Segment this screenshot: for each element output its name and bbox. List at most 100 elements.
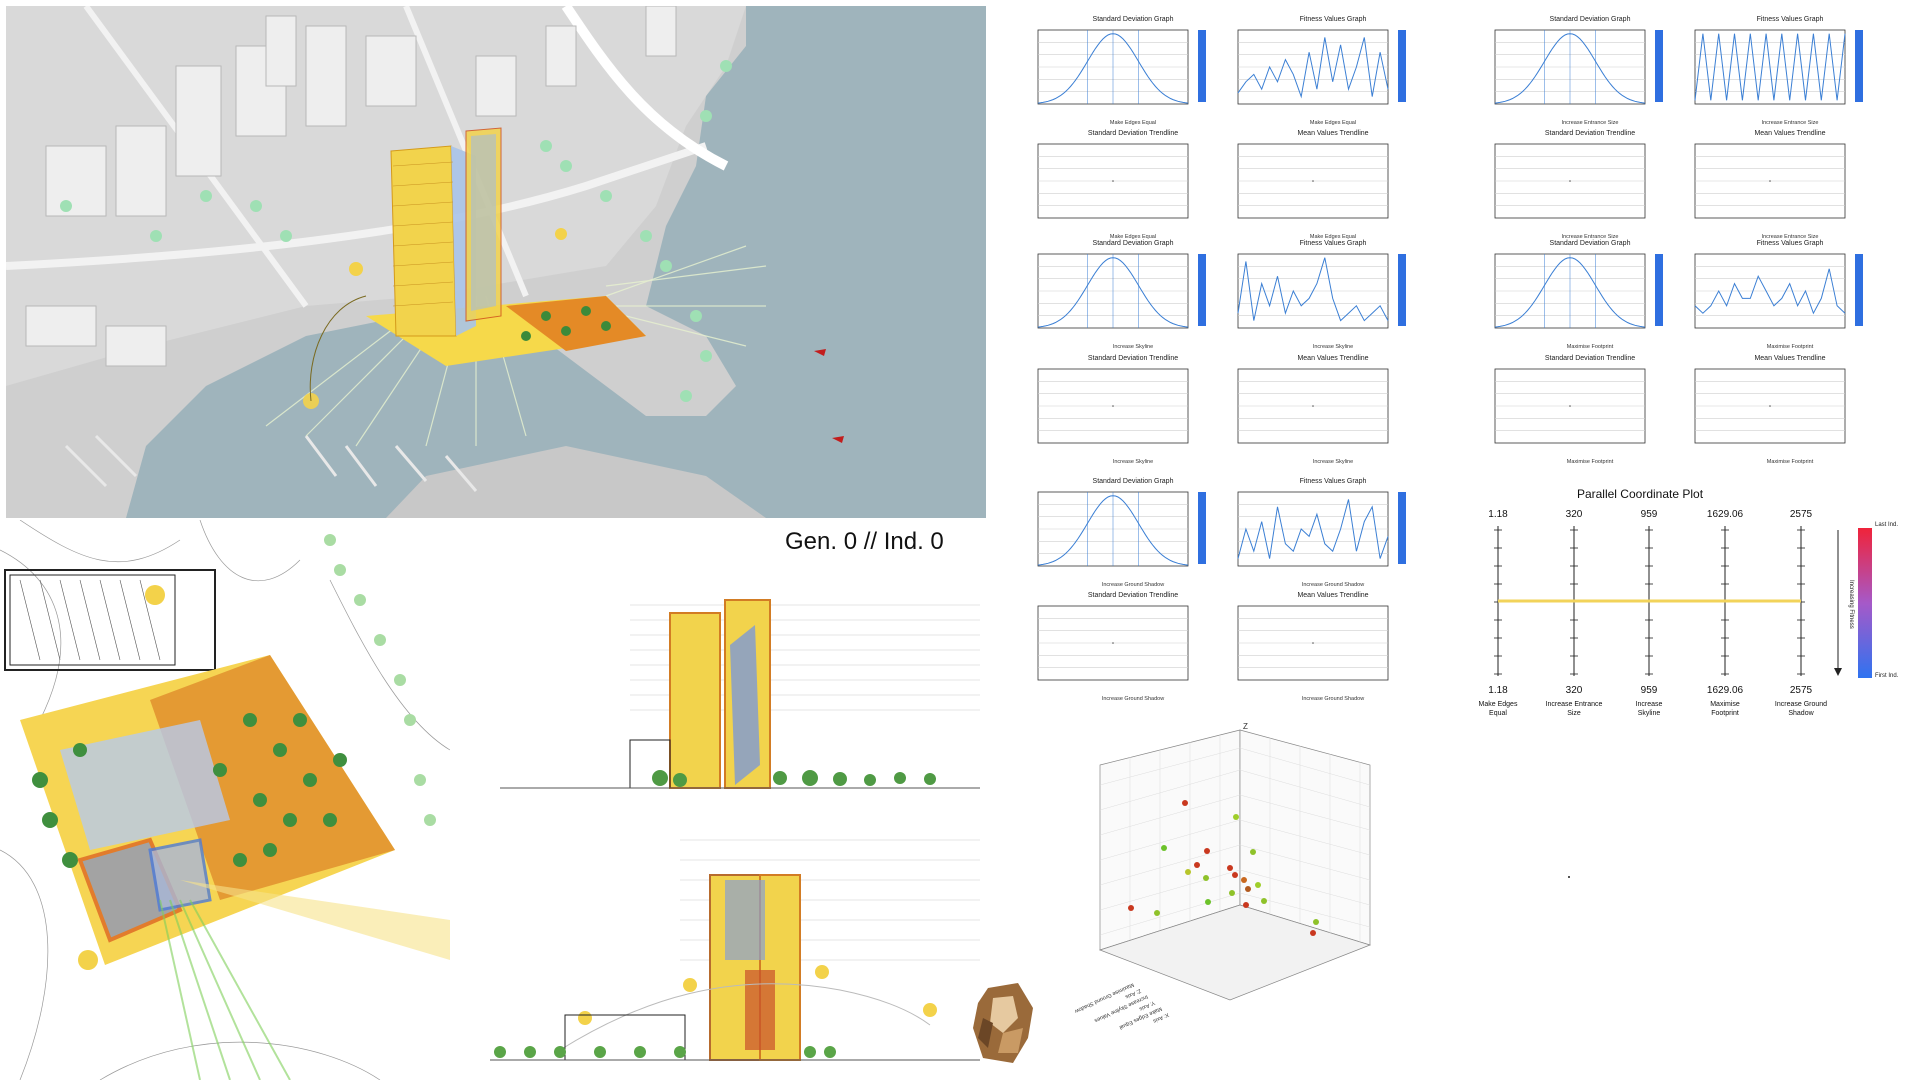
fitness-chart-tile: Fitness Values Graph Increase Entrance Si… — [1690, 16, 1910, 126]
fitness-chart-tile: Mean Values Trendline Maximise Footprint — [1690, 355, 1910, 465]
pcp-axis-bottom-value: 959 — [1641, 685, 1658, 696]
chart-subtitle: Increase Ground Shadow — [1101, 696, 1165, 702]
pcp-axis-top-value: 1.18 — [1488, 509, 1508, 520]
fitness-chart-tile: Mean Values Trendline Increase Ground Sha… — [1233, 592, 1453, 702]
chart-title: Mean Values Trendline — [1754, 130, 1826, 137]
chart-plot-area — [1694, 368, 1846, 444]
fitness-chart-tile: Standard Deviation Graph Increase Entranc… — [1490, 16, 1710, 126]
chart-title: Mean Values Trendline — [1297, 130, 1369, 137]
fitness-chart-tile: Fitness Values Graph Increase Skyline — [1233, 240, 1453, 350]
z-axis-label: Z — [1243, 722, 1248, 731]
stray-point — [1568, 876, 1570, 878]
chart-title: Fitness Values Graph — [1299, 16, 1367, 23]
chart-subtitle: Maximise Footprint — [1766, 459, 1814, 465]
east-elevation-view[interactable] — [480, 820, 980, 1070]
pcp-axis-label: Footprint — [1711, 710, 1739, 717]
3d-scatter-plot: Z X: Axis Make Edges Equal Y: Axis Incre… — [1060, 715, 1390, 1035]
fitness-chart-tile: Standard Deviation Graph Increase Skyline — [1033, 240, 1253, 350]
pcp-axis-bottom-value: 2575 — [1790, 685, 1813, 696]
chart-title: Fitness Values Graph — [1299, 478, 1367, 485]
pcp-axis-label: Increase Entrance — [1546, 701, 1603, 708]
pcp-axis-label: Equal — [1489, 710, 1507, 717]
fitness-chart-tile: Standard Deviation Graph Make Edges Equal — [1033, 16, 1253, 126]
pcp-axis-bottom-value: 1629.06 — [1707, 685, 1744, 696]
chart-subtitle: Increase Skyline — [1112, 344, 1154, 350]
chart-title: Standard Deviation Trendline — [1544, 355, 1636, 362]
fitness-chart-tile: Fitness Values Graph Increase Ground Shad… — [1233, 478, 1453, 588]
chart-plot-area — [1037, 491, 1206, 567]
chart-plot-area — [1494, 253, 1663, 329]
chart-subtitle: Maximise Footprint — [1566, 344, 1614, 350]
fitness-bar — [1398, 492, 1406, 564]
chart-title: Standard Deviation Trendline — [1087, 130, 1179, 137]
chart-title: Fitness Values Graph — [1299, 240, 1367, 247]
chart-title: Standard Deviation Graph — [1092, 16, 1174, 23]
trend-point — [1769, 405, 1771, 407]
chart-subtitle: Increase Skyline — [1312, 459, 1354, 465]
fitness-bar — [1398, 254, 1406, 326]
chart-title: Standard Deviation Trendline — [1544, 130, 1636, 137]
chart-plot-area — [1694, 29, 1863, 105]
fitness-bar — [1398, 30, 1406, 102]
chart-title: Mean Values Trendline — [1297, 355, 1369, 362]
fitness-chart-tile: Mean Values Trendline Increase Skyline — [1233, 355, 1453, 465]
legend-axis-label: Increasing Fitness — [1848, 580, 1854, 629]
chart-plot-area — [1037, 368, 1189, 444]
chart-title: Fitness Values Graph — [1756, 16, 1824, 23]
fitness-chart-tile: Standard Deviation Trendline Increase Ent… — [1490, 130, 1710, 240]
pcp-axis-label: Skyline — [1638, 710, 1661, 717]
chart-title: Standard Deviation Graph — [1092, 478, 1174, 485]
chart-plot-area — [1237, 368, 1389, 444]
fitness-bar — [1198, 254, 1206, 326]
chart-title: Mean Values Trendline — [1297, 592, 1369, 599]
chart-subtitle: Increase Ground Shadow — [1301, 696, 1365, 702]
generation-label: Gen. 0 // Ind. 0 — [785, 528, 944, 555]
aerial-3d-viewport[interactable] — [6, 6, 986, 518]
chart-subtitle: Increase Skyline — [1112, 459, 1154, 465]
chart-subtitle: Increase Entrance Size — [1761, 120, 1819, 126]
chart-title: Standard Deviation Graph — [1549, 240, 1631, 247]
chart-plot-area — [1494, 29, 1663, 105]
fitness-bar — [1855, 254, 1863, 326]
pcp-axis-top-value: 959 — [1641, 509, 1658, 520]
trend-point — [1569, 405, 1571, 407]
pcp-axis-label: Increase — [1636, 701, 1663, 708]
fitness-chart-tile: Mean Values Trendline Make Edges Equal — [1233, 130, 1453, 240]
trend-point — [1569, 180, 1571, 182]
pcp-axis-label: Maximise — [1710, 701, 1740, 708]
pcp-axis-label: Size — [1567, 710, 1581, 717]
south-elevation-view[interactable] — [480, 585, 980, 795]
fitness-chart-tile: Mean Values Trendline Increase Entrance S… — [1690, 130, 1910, 240]
fitness-chart-tile: Standard Deviation Graph Maximise Footpri… — [1490, 240, 1710, 350]
chart-plot-area — [1037, 29, 1206, 105]
chart-plot-area — [1037, 605, 1189, 681]
chart-subtitle: Increase Ground Shadow — [1301, 582, 1365, 588]
chart-title: Standard Deviation Trendline — [1087, 355, 1179, 362]
pcp-axis-bottom-value: 1.18 — [1488, 685, 1508, 696]
user-avatar-image — [968, 978, 1038, 1068]
trend-point — [1112, 642, 1114, 644]
trend-point — [1769, 180, 1771, 182]
chart-plot-area — [1694, 253, 1863, 329]
fitness-chart-tile: Standard Deviation Trendline Maximise Foo… — [1490, 355, 1710, 465]
legend-top-label: Last Ind. — [1875, 522, 1898, 528]
pcp-axis-bottom-value: 320 — [1566, 685, 1583, 696]
chart-plot-area — [1237, 143, 1389, 219]
parallel-coordinate-plot: Parallel Coordinate Plot 1.18 1.18 Make Ed… — [1465, 480, 1905, 730]
pcp-title: Parallel Coordinate Plot — [1577, 487, 1704, 501]
chart-plot-area — [1237, 491, 1406, 567]
chart-plot-area — [1694, 143, 1846, 219]
trend-point — [1312, 405, 1314, 407]
chart-plot-area — [1037, 143, 1189, 219]
chart-plot-area — [1237, 253, 1406, 329]
chart-subtitle: Maximise Footprint — [1766, 344, 1814, 350]
fitness-chart-tile: Fitness Values Graph Make Edges Equal — [1233, 16, 1453, 126]
site-plan-view[interactable] — [0, 520, 450, 1080]
chart-subtitle: Make Edges Equal — [1109, 120, 1157, 126]
fitness-bar — [1198, 492, 1206, 564]
fitness-chart-tile: Standard Deviation Trendline Make Edges E… — [1033, 130, 1253, 240]
fitness-chart-tile: Standard Deviation Trendline Increase Gro… — [1033, 592, 1253, 702]
pcp-axis-label: Make Edges — [1479, 701, 1518, 708]
pcp-axis-top-value: 2575 — [1790, 509, 1813, 520]
legend-bottom-label: First Ind. — [1875, 673, 1899, 679]
